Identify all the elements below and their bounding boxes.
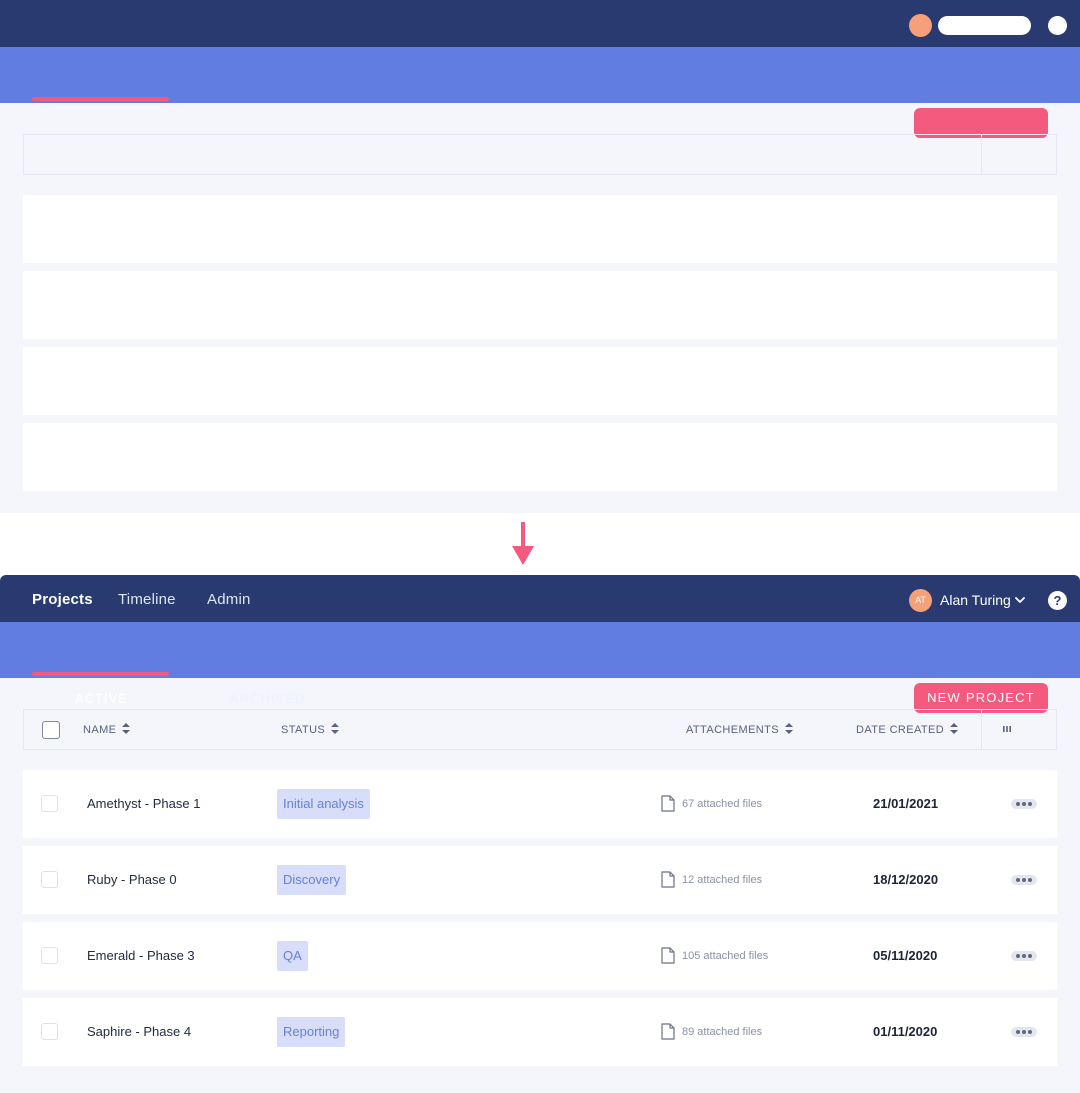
wireframe-row <box>23 423 1057 491</box>
wireframe-row <box>23 195 1057 263</box>
wireframe-header-divider <box>981 135 982 174</box>
file-icon <box>661 795 675 812</box>
file-icon <box>661 871 675 888</box>
row-checkbox[interactable] <box>41 947 58 964</box>
wireframe-screen <box>0 0 1080 513</box>
columns-icon[interactable] <box>1001 723 1013 735</box>
project-name[interactable]: Ruby - Phase 0 <box>87 872 177 888</box>
column-header-label: STATUS <box>281 724 326 736</box>
column-header-attachments[interactable]: ATTACHEMENTS <box>686 723 794 737</box>
table-row[interactable]: Emerald - Phase 3 QA 105 attached files … <box>23 922 1057 990</box>
wireframe-navbar <box>0 0 1080 47</box>
more-icon[interactable] <box>1011 951 1037 961</box>
column-header-label: NAME <box>83 724 117 736</box>
project-name[interactable]: Emerald - Phase 3 <box>87 948 195 964</box>
column-header-status[interactable]: STATUS <box>281 723 340 737</box>
arrow-down-icon <box>512 522 534 565</box>
row-checkbox[interactable] <box>41 871 58 888</box>
tab-active[interactable]: ACTIVE <box>75 691 128 707</box>
file-icon <box>661 1023 675 1040</box>
row-checkbox[interactable] <box>41 795 58 812</box>
select-all-checkbox[interactable] <box>42 721 60 739</box>
attachment-count[interactable]: 67 attached files <box>682 797 762 811</box>
date-created: 01/11/2020 <box>873 1024 938 1039</box>
attachment-count[interactable]: 12 attached files <box>682 873 762 887</box>
wireframe-row <box>23 347 1057 415</box>
project-list-screen: Projects Timeline Admin AT Alan Turing ?… <box>0 575 1080 1093</box>
wireframe-subbar <box>0 47 1080 138</box>
sort-icon <box>122 723 131 734</box>
wireframe-avatar <box>909 14 932 37</box>
table-row[interactable]: Amethyst - Phase 1 Initial analysis 67 a… <box>23 770 1057 838</box>
column-header-label: DATE CREATED <box>856 724 945 736</box>
avatar[interactable]: AT <box>909 589 932 612</box>
tab-bar: ACTIVE ARCHIVED NEW PROJECT <box>0 622 1080 713</box>
status-badge: Initial analysis <box>277 789 370 819</box>
chevron-down-icon[interactable] <box>1014 594 1026 606</box>
wireframe-tab-indicator <box>32 97 169 101</box>
status-badge: QA <box>277 941 308 971</box>
sort-icon <box>331 723 340 734</box>
status-badge: Reporting <box>277 1017 346 1047</box>
date-created: 05/11/2020 <box>873 948 938 963</box>
attachment-count[interactable]: 89 attached files <box>682 1025 762 1039</box>
nav-item-admin[interactable]: Admin <box>207 591 251 609</box>
wireframe-user-placeholder <box>938 16 1031 35</box>
wireframe-help-placeholder <box>1048 16 1067 35</box>
nav-item-projects[interactable]: Projects <box>32 591 93 609</box>
project-name[interactable]: Amethyst - Phase 1 <box>87 796 200 812</box>
navbar: Projects Timeline Admin AT Alan Turing ? <box>0 575 1080 622</box>
help-icon[interactable]: ? <box>1048 591 1067 610</box>
project-name[interactable]: Saphire - Phase 4 <box>87 1024 191 1040</box>
column-header-name[interactable]: NAME <box>83 723 131 737</box>
wireframe-row <box>23 271 1057 339</box>
more-icon[interactable] <box>1011 799 1037 809</box>
table-row[interactable]: Saphire - Phase 4 Reporting 89 attached … <box>23 998 1057 1066</box>
active-tab-indicator <box>32 672 169 676</box>
table-row[interactable]: Ruby - Phase 0 Discovery 12 attached fil… <box>23 846 1057 914</box>
column-header-date-created[interactable]: DATE CREATED <box>856 723 959 737</box>
more-icon[interactable] <box>1011 875 1037 885</box>
table-header: NAME STATUS ATTACHEMENTS DATE CREATED <box>23 709 1057 750</box>
date-created: 18/12/2020 <box>873 872 939 887</box>
column-header-label: ATTACHEMENTS <box>686 724 780 736</box>
row-checkbox[interactable] <box>41 1023 58 1040</box>
attachment-count[interactable]: 105 attached files <box>682 949 768 963</box>
user-menu-name[interactable]: Alan Turing <box>940 592 1011 609</box>
wireframe-table-header <box>23 134 1057 175</box>
nav-item-timeline[interactable]: Timeline <box>118 591 176 609</box>
tab-archived[interactable]: ARCHIVED <box>230 691 305 707</box>
date-created: 21/01/2021 <box>873 796 939 811</box>
file-icon <box>661 947 675 964</box>
sort-icon <box>785 723 794 734</box>
status-badge: Discovery <box>277 865 347 895</box>
more-icon[interactable] <box>1011 1027 1037 1037</box>
sort-icon <box>950 723 959 734</box>
header-divider <box>981 710 982 749</box>
